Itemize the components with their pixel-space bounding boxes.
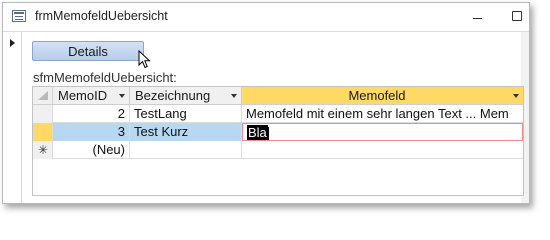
select-all-corner[interactable]: [33, 87, 53, 105]
details-button[interactable]: Details: [32, 41, 144, 61]
form-window: frmMemofeldUebersicht Details sfmMemofel…: [2, 2, 530, 204]
minimize-button[interactable]: [469, 7, 487, 25]
maximize-button[interactable]: [508, 7, 526, 25]
cell-bezeichnung-new[interactable]: [130, 141, 242, 159]
cell-memofeld-new[interactable]: [242, 141, 523, 159]
new-record-icon: ✳: [38, 143, 49, 157]
chevron-down-icon[interactable]: [513, 94, 519, 98]
record-selector[interactable]: [3, 32, 22, 203]
cell-memoid[interactable]: 2: [53, 105, 130, 123]
form-icon: [12, 10, 26, 22]
new-record-row[interactable]: ✳ (Neu): [33, 141, 523, 159]
selected-text[interactable]: Bla: [247, 125, 268, 140]
title-bar: frmMemofeldUebersicht: [3, 3, 529, 32]
text-caret: [267, 126, 269, 140]
row-selector[interactable]: [33, 123, 53, 141]
window-title: frmMemofeldUebersicht: [35, 9, 168, 23]
chevron-down-icon[interactable]: [231, 94, 237, 98]
cell-memofeld[interactable]: Memofeld mit einem sehr langen Text ... …: [242, 105, 523, 123]
cell-memoid-new[interactable]: (Neu): [53, 141, 130, 159]
column-header-memofeld[interactable]: Memofeld: [242, 87, 523, 105]
chevron-down-icon[interactable]: [119, 94, 125, 98]
cell-memofeld-editing[interactable]: Bla: [242, 123, 523, 141]
column-header-bezeichnung[interactable]: Bezeichnung: [130, 87, 242, 105]
row-selector[interactable]: ✳: [33, 141, 53, 159]
current-record-arrow-icon: [10, 39, 15, 47]
mouse-cursor-icon: [138, 50, 151, 69]
subform-datasheet: MemoID Bezeichnung Memofeld 2 TestLang M…: [32, 86, 524, 196]
row-selector[interactable]: [33, 105, 53, 123]
subform-label: sfmMemofeldUebersicht:: [33, 70, 177, 85]
column-header-memoid[interactable]: MemoID: [53, 87, 130, 105]
table-row[interactable]: 2 TestLang Memofeld mit einem sehr lange…: [33, 105, 523, 123]
cell-bezeichnung[interactable]: Test Kurz: [130, 123, 242, 141]
cell-memoid[interactable]: 3: [53, 123, 130, 141]
select-all-icon: [38, 91, 48, 100]
table-row[interactable]: 3 Test Kurz Bla: [33, 123, 523, 141]
cell-bezeichnung[interactable]: TestLang: [130, 105, 242, 123]
